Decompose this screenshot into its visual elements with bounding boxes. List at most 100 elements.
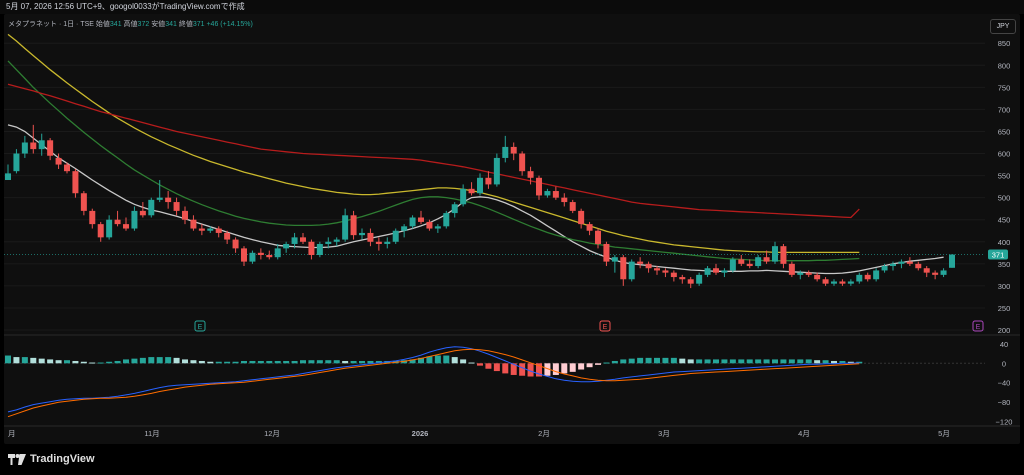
- macd-tick-label: 0: [1002, 359, 1006, 368]
- macd-histogram-bar: [746, 359, 753, 364]
- price-tick-label: 850: [998, 39, 1011, 48]
- macd-histogram-bar: [308, 360, 315, 364]
- price-tick-label: 700: [998, 105, 1011, 114]
- candle-body: [637, 261, 644, 264]
- macd-histogram-bar: [805, 359, 812, 364]
- candle-body: [923, 268, 930, 273]
- macd-histogram-bar: [123, 359, 129, 364]
- macd-histogram-bar: [350, 360, 357, 364]
- macd-histogram-bar: [595, 363, 601, 365]
- macd-histogram-bar: [721, 359, 728, 364]
- macd-histogram-bar: [620, 359, 627, 364]
- candle-body: [274, 248, 281, 258]
- candle-body: [611, 257, 618, 262]
- macd-histogram-bar: [325, 360, 332, 364]
- candle-body: [670, 272, 677, 278]
- macd-histogram-bar: [569, 363, 576, 372]
- macd-histogram-bar: [55, 360, 62, 364]
- macd-histogram-bar: [38, 358, 45, 364]
- macd-tick-label: 40: [1000, 340, 1008, 349]
- macd-tick-label: −120: [996, 418, 1013, 427]
- macd-histogram-bar: [64, 360, 70, 364]
- candle-body: [654, 268, 660, 271]
- price-tick-label: 550: [998, 172, 1011, 181]
- macd-histogram-bar: [106, 361, 113, 364]
- macd-histogram-bar: [13, 357, 20, 364]
- last-price-tag-label: 371: [992, 251, 1005, 260]
- candle-body: [620, 257, 627, 280]
- candle-body: [384, 241, 391, 244]
- candle-body: [477, 177, 483, 194]
- macd-histogram-bar: [477, 363, 483, 366]
- macd-histogram-bar: [485, 363, 492, 369]
- candle-body: [156, 197, 163, 200]
- candle-body: [738, 259, 745, 264]
- candle-body: [485, 177, 492, 185]
- candle-body: [418, 217, 424, 222]
- macd-histogram-bar: [831, 360, 837, 364]
- candle-body: [165, 197, 172, 203]
- candle-body: [283, 243, 290, 249]
- high-label: 高値: [123, 21, 138, 28]
- earnings-marker-label: E: [976, 324, 981, 331]
- symbol-legend: メタプラネット · 1日 · TSE 始値341 高値372 安値341 終値3…: [8, 19, 253, 29]
- price-tick-label: 750: [998, 83, 1011, 92]
- macd-histogram-bar: [283, 360, 290, 364]
- macd-line: [7, 346, 860, 413]
- macd-histogram-bar: [797, 359, 804, 364]
- price-tick-label: 800: [998, 61, 1011, 70]
- candle-body: [80, 193, 87, 211]
- candle-body: [949, 254, 955, 268]
- candle-body: [603, 243, 610, 262]
- candle-body: [64, 164, 70, 172]
- candle-body: [628, 261, 635, 280]
- chart-svg[interactable]: E E E8508007507006506005505004504003503002…: [0, 0, 1024, 444]
- macd-histogram-bar: [451, 357, 458, 364]
- candle-body: [586, 224, 593, 231]
- time-tick-label: 5月: [938, 429, 950, 438]
- candle-body: [536, 177, 542, 196]
- candle-body: [266, 255, 273, 258]
- macd-histogram-bar: [80, 361, 87, 364]
- macd-histogram-bar: [460, 359, 467, 364]
- macd-histogram-bar: [519, 363, 526, 376]
- candle-body: [755, 257, 762, 267]
- macd-histogram-bar: [434, 355, 441, 364]
- candle-body: [308, 241, 315, 255]
- candle-body: [316, 243, 323, 255]
- macd-histogram-bar: [257, 360, 264, 364]
- low-label: 安値: [151, 21, 166, 28]
- candle-body: [460, 188, 467, 205]
- currency-button[interactable]: JPY: [990, 19, 1016, 34]
- candle-body: [468, 188, 475, 194]
- price-tick-label: 250: [998, 304, 1011, 313]
- macd-histogram-bar: [316, 360, 323, 364]
- macd-histogram-bar: [780, 359, 787, 364]
- chart-window: 5月 07, 2026 12:56 UTC+9、googol0033がTradi…: [0, 0, 1024, 475]
- macd-histogram-bar: [249, 360, 256, 364]
- candle-body: [106, 219, 113, 238]
- price-tick-label: 450: [998, 216, 1011, 225]
- candle-body: [333, 239, 340, 242]
- candle-body: [662, 270, 669, 273]
- macd-histogram-bar: [662, 357, 669, 364]
- candle-body: [898, 261, 905, 264]
- macd-histogram-bar: [5, 355, 11, 364]
- tradingview-logo-icon: [8, 453, 26, 465]
- candle-body: [392, 230, 399, 242]
- macd-histogram-bar: [266, 360, 273, 364]
- candle-body: [915, 263, 922, 269]
- candle-body: [578, 210, 585, 225]
- macd-histogram-bar: [502, 363, 509, 374]
- macd-histogram-bar: [207, 361, 214, 364]
- candle-body: [215, 228, 222, 233]
- time-tick-label: 11月: [144, 429, 159, 438]
- candle-body: [55, 157, 62, 165]
- macd-histogram-bar: [493, 363, 500, 372]
- candle-body: [342, 215, 349, 240]
- candle-body: [595, 230, 601, 244]
- macd-histogram-bar: [704, 359, 711, 364]
- candle-body: [788, 263, 795, 275]
- macd-histogram-bar: [738, 359, 745, 364]
- candle-body: [434, 226, 441, 229]
